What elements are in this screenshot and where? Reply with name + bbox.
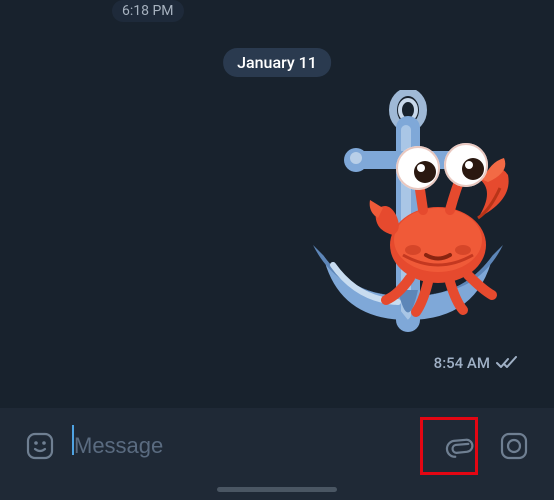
chat-area: 6:18 PM January 11 (0, 0, 554, 408)
text-cursor (72, 425, 74, 455)
message-meta: 8:54 AM (434, 354, 518, 372)
double-check-icon (496, 356, 518, 370)
emoji-button[interactable] (18, 424, 62, 468)
emoji-icon (25, 431, 55, 461)
attach-button[interactable] (438, 424, 482, 468)
camera-icon (499, 431, 529, 461)
crab-on-anchor-sticker (278, 90, 518, 350)
attach-icon (445, 431, 475, 461)
sticker-message[interactable] (278, 90, 518, 350)
composer-bar (0, 408, 554, 500)
camera-button[interactable] (492, 424, 536, 468)
date-separator: January 11 (223, 48, 331, 77)
home-indicator (217, 487, 337, 492)
message-time: 8:54 AM (434, 354, 490, 372)
message-input[interactable] (72, 424, 428, 468)
prev-message-time: 6:18 PM (112, 0, 184, 22)
